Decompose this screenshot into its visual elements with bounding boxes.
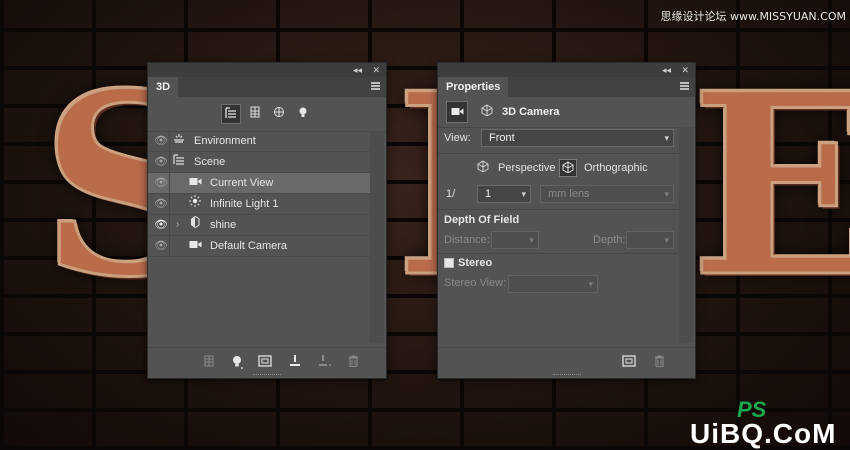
close-panel-icon[interactable]: ✕ <box>681 63 689 77</box>
resize-grip[interactable] <box>253 374 281 378</box>
perspective-label[interactable]: Perspective <box>498 159 555 177</box>
tab-3d[interactable]: 3D <box>148 77 179 97</box>
properties-title: 3D Camera <box>502 106 560 118</box>
stereo-view-select: ▾ <box>508 275 598 293</box>
depth-label: Depth: <box>593 234 626 246</box>
chevron-down-icon: ▾ <box>521 189 526 199</box>
environment-icon <box>172 131 186 151</box>
stereo-label[interactable]: Stereo <box>458 257 492 269</box>
collapse-panel-icon[interactable]: ◂◂ <box>662 63 671 77</box>
visibility-eye-icon[interactable]: 👁 <box>154 131 168 151</box>
layer-shine[interactable]: 👁 › shine <box>148 215 370 236</box>
delete-icon[interactable] <box>651 355 667 371</box>
delete-icon[interactable] <box>345 355 361 371</box>
panel-title-bar[interactable]: ◂◂ ✕ <box>438 63 695 77</box>
3d-filter-toolbar <box>148 97 386 132</box>
layer-environment[interactable]: 👁 Environment <box>148 131 370 152</box>
expand-chevron-icon[interactable]: › <box>176 215 179 235</box>
depth-of-field-section: Depth Of Field Distance: ▾ Depth: ▾ <box>438 209 679 254</box>
layer-infinite-light-1[interactable]: 👁 Infinite Light 1 <box>148 194 370 215</box>
layer-name: Current View <box>210 177 274 189</box>
perspective-icon[interactable] <box>474 159 492 177</box>
panel-menu-icon[interactable] <box>371 82 380 90</box>
watermark-top: 思缘设计论坛 www.MISSYUAN.COM <box>660 10 846 23</box>
distance-field: ▾ <box>491 231 539 249</box>
tab-properties[interactable]: Properties <box>438 77 509 97</box>
watermark-site: UiBQ.CoM <box>690 418 837 449</box>
3d-layer-list: 👁 Environment 👁 Scene 👁 Current View 👁 I… <box>148 131 370 257</box>
render-icon[interactable] <box>621 355 637 371</box>
projection-section: Perspective Orthographic 1/ 1 ▾ mm lens ▾ <box>438 153 679 210</box>
layer-list-scrollbar[interactable] <box>370 131 384 343</box>
view-select[interactable]: Front ▾ <box>481 129 674 147</box>
stereo-checkbox[interactable] <box>444 258 454 268</box>
whole-scene-filter-icon[interactable] <box>221 104 241 124</box>
zoom-prefix: 1/ <box>446 188 456 200</box>
panel-tab-row: 3D <box>148 77 386 97</box>
layer-name: Infinite Light 1 <box>210 198 279 210</box>
close-panel-icon[interactable]: ✕ <box>372 63 380 77</box>
layer-scene[interactable]: 👁 Scene <box>148 152 370 173</box>
visibility-eye-icon[interactable]: 👁 <box>154 194 168 214</box>
layer-name: Default Camera <box>210 240 288 252</box>
layer-name: shine <box>210 219 237 231</box>
visibility-eye-icon[interactable]: 👁 <box>154 173 168 193</box>
render-icon[interactable] <box>257 355 273 371</box>
background-letter-e-right: E <box>689 38 850 332</box>
depth-field: ▾ <box>626 231 674 249</box>
lights-filter-icon[interactable] <box>293 104 313 124</box>
stereo-section: Stereo Stereo View: ▾ <box>438 253 679 298</box>
stereo-view-label: Stereo View: <box>444 277 507 289</box>
mesh-icon <box>188 215 202 235</box>
3d-panel: ◂◂ ✕ 3D 👁 Environment 👁 Scene 👁 Current … <box>147 62 387 379</box>
lens-select: mm lens ▾ <box>540 185 674 203</box>
layer-default-camera[interactable]: 👁 Default Camera <box>148 236 370 257</box>
properties-scrollbar[interactable] <box>679 127 693 343</box>
chevron-down-icon: ▾ <box>664 235 669 245</box>
properties-footer <box>438 347 695 378</box>
distance-label: Distance: <box>444 234 490 246</box>
chevron-down-icon: ▾ <box>529 235 534 245</box>
orthographic-label[interactable]: Orthographic <box>584 159 648 177</box>
panel-tab-row: Properties <box>438 77 695 97</box>
properties-panel: ◂◂ ✕ Properties 3D Camera View: Front ▾ P… <box>437 62 696 379</box>
meshes-filter-icon[interactable] <box>245 104 265 124</box>
orthographic-icon[interactable] <box>559 159 577 177</box>
light-icon <box>188 194 202 214</box>
scene-icon <box>172 152 186 172</box>
panel-title-bar[interactable]: ◂◂ ✕ <box>148 63 386 77</box>
add-light-icon[interactable] <box>229 355 245 371</box>
materials-filter-icon[interactable] <box>269 104 289 124</box>
camera-icon <box>188 173 202 193</box>
camera-icon <box>188 236 202 256</box>
camera-icon[interactable] <box>446 101 468 123</box>
drop-to-plane-icon[interactable] <box>287 355 303 371</box>
new-mesh-icon[interactable] <box>201 355 217 371</box>
panel-menu-icon[interactable] <box>680 82 689 90</box>
layer-name: Environment <box>194 135 256 147</box>
new-constraint-icon[interactable] <box>317 355 333 371</box>
visibility-eye-icon[interactable]: 👁 <box>154 215 168 235</box>
coordinates-icon[interactable] <box>476 101 498 123</box>
view-label: View: <box>444 132 471 144</box>
chevron-down-icon: ▾ <box>664 189 669 199</box>
layer-current-view[interactable]: 👁 Current View <box>148 173 370 194</box>
collapse-panel-icon[interactable]: ◂◂ <box>353 63 362 77</box>
chevron-down-icon: ▾ <box>588 279 593 289</box>
depth-of-field-title: Depth Of Field <box>444 214 520 226</box>
resize-grip[interactable] <box>552 374 581 378</box>
visibility-eye-icon[interactable]: 👁 <box>154 236 168 256</box>
chevron-down-icon: ▾ <box>664 133 669 143</box>
properties-header: 3D Camera <box>438 97 695 128</box>
visibility-eye-icon[interactable]: 👁 <box>154 152 168 172</box>
zoom-select[interactable]: 1 ▾ <box>477 185 531 203</box>
layer-name: Scene <box>194 156 226 168</box>
3d-panel-footer <box>148 347 386 378</box>
